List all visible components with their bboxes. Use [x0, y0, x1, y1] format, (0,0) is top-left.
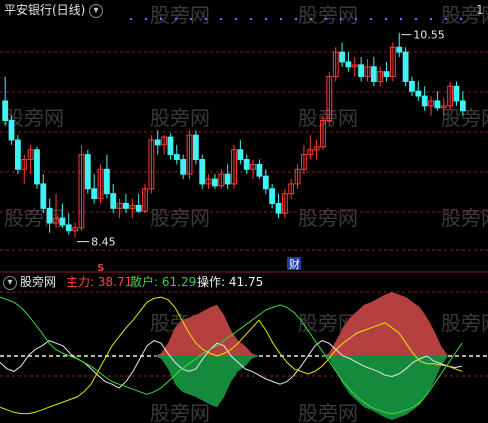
- watermark-text: 股旁网: [298, 206, 358, 230]
- legend-retail-value: 61.29: [161, 275, 197, 289]
- watermark-text: 股旁网: [150, 206, 210, 230]
- event-dot: [325, 18, 327, 20]
- candle-body: [396, 46, 403, 53]
- low-price-label: 8.45: [91, 236, 116, 249]
- chevron-down-icon[interactable]: ▾: [89, 4, 103, 18]
- legend-retail: 散户: 61.29: [130, 275, 196, 289]
- event-dot: [355, 18, 357, 20]
- candle-body: [383, 71, 390, 78]
- candle-body: [46, 207, 53, 224]
- event-dot: [400, 18, 402, 20]
- candle-body: [224, 173, 231, 185]
- watermark-text: 股旁网: [150, 3, 210, 27]
- watermark-text: 股旁网: [441, 311, 488, 335]
- finance-marker-label: 财: [289, 257, 300, 271]
- watermark-text: 股旁网: [298, 401, 358, 423]
- candle-body: [91, 188, 98, 200]
- event-dot: [265, 18, 267, 20]
- candle-body: [339, 51, 345, 63]
- watermark-text: 股旁网: [150, 401, 210, 423]
- candle-body: [453, 85, 460, 102]
- candle-body: [345, 61, 352, 68]
- candle-body: [180, 159, 187, 175]
- indicator-name: 股旁网: [20, 275, 57, 289]
- candle-body: [409, 80, 415, 92]
- event-dot: [385, 18, 387, 20]
- event-dot: [340, 18, 342, 20]
- candle-body: [192, 134, 199, 161]
- event-dot: [415, 18, 417, 20]
- candle-body: [135, 204, 142, 212]
- candle-body: [59, 217, 66, 226]
- candle-body: [154, 139, 161, 146]
- event-dot: [310, 18, 312, 20]
- event-dot: [460, 18, 462, 20]
- candle-body: [65, 224, 72, 232]
- corner-label[interactable]: 1: [476, 3, 484, 17]
- event-dot: [205, 18, 207, 20]
- legend-retail-label: 散户:: [130, 275, 159, 289]
- high-price-label: 10.55: [413, 29, 445, 42]
- candle-body: [84, 154, 91, 190]
- candle-body: [212, 178, 218, 187]
- candle-body: [459, 100, 466, 112]
- chart-canvas: 股旁网股旁网股旁网股旁网股旁网股旁网股旁网股旁网股旁网股旁网股旁网股旁网股旁网股…: [0, 0, 488, 423]
- candle-body: [269, 188, 276, 204]
- candle-body: [275, 202, 282, 214]
- candle-body: [34, 149, 40, 185]
- candle-body: [358, 64, 365, 78]
- candle-body: [434, 100, 441, 109]
- candle-body: [14, 139, 21, 170]
- watermark-text: 股旁网: [298, 3, 358, 27]
- watermark-text: 股旁网: [441, 206, 488, 230]
- candle-body: [256, 163, 263, 177]
- watermark-text: 股旁网: [150, 106, 210, 130]
- legend-main-force-value: 38.71: [97, 275, 133, 289]
- legend-operation-label: 操作:: [197, 275, 226, 289]
- candle-body: [370, 66, 377, 82]
- candle-body: [262, 175, 269, 190]
- legend-operation: 操作: 41.75: [197, 275, 263, 289]
- candle-body: [237, 149, 244, 161]
- candle-body: [402, 51, 409, 82]
- event-dot: [445, 18, 447, 20]
- legend-operation-value: 41.75: [228, 275, 264, 289]
- event-dot: [175, 18, 177, 20]
- candle-body: [103, 168, 110, 195]
- event-dot: [190, 18, 192, 20]
- candle-body: [173, 154, 180, 161]
- candle-body: [2, 100, 9, 121]
- event-dot: [220, 18, 222, 20]
- chevron-down-icon[interactable]: ▾: [3, 276, 17, 290]
- candle-body: [199, 159, 206, 185]
- event-dot: [235, 18, 237, 20]
- candle-body: [421, 95, 428, 107]
- watermark-text: 股旁网: [298, 106, 358, 130]
- candle-body: [8, 119, 15, 141]
- candle-body: [123, 202, 129, 209]
- event-dot: [250, 18, 252, 20]
- event-dot: [430, 18, 432, 20]
- legend-main-force-label: 主力:: [66, 275, 95, 289]
- candle-body: [243, 159, 250, 170]
- candle-body: [167, 136, 174, 156]
- candle-body: [110, 193, 117, 209]
- event-dot: [370, 18, 372, 20]
- event-dot: [280, 18, 282, 20]
- candle-body: [415, 90, 422, 97]
- event-dot: [145, 18, 147, 20]
- candle-body: [40, 183, 47, 209]
- legend-main-force: 主力: 38.71: [66, 275, 132, 289]
- event-dot: [130, 18, 132, 20]
- event-dot: [295, 18, 297, 20]
- chart-title: 平安银行(日线): [4, 3, 86, 17]
- event-dot: [160, 18, 162, 20]
